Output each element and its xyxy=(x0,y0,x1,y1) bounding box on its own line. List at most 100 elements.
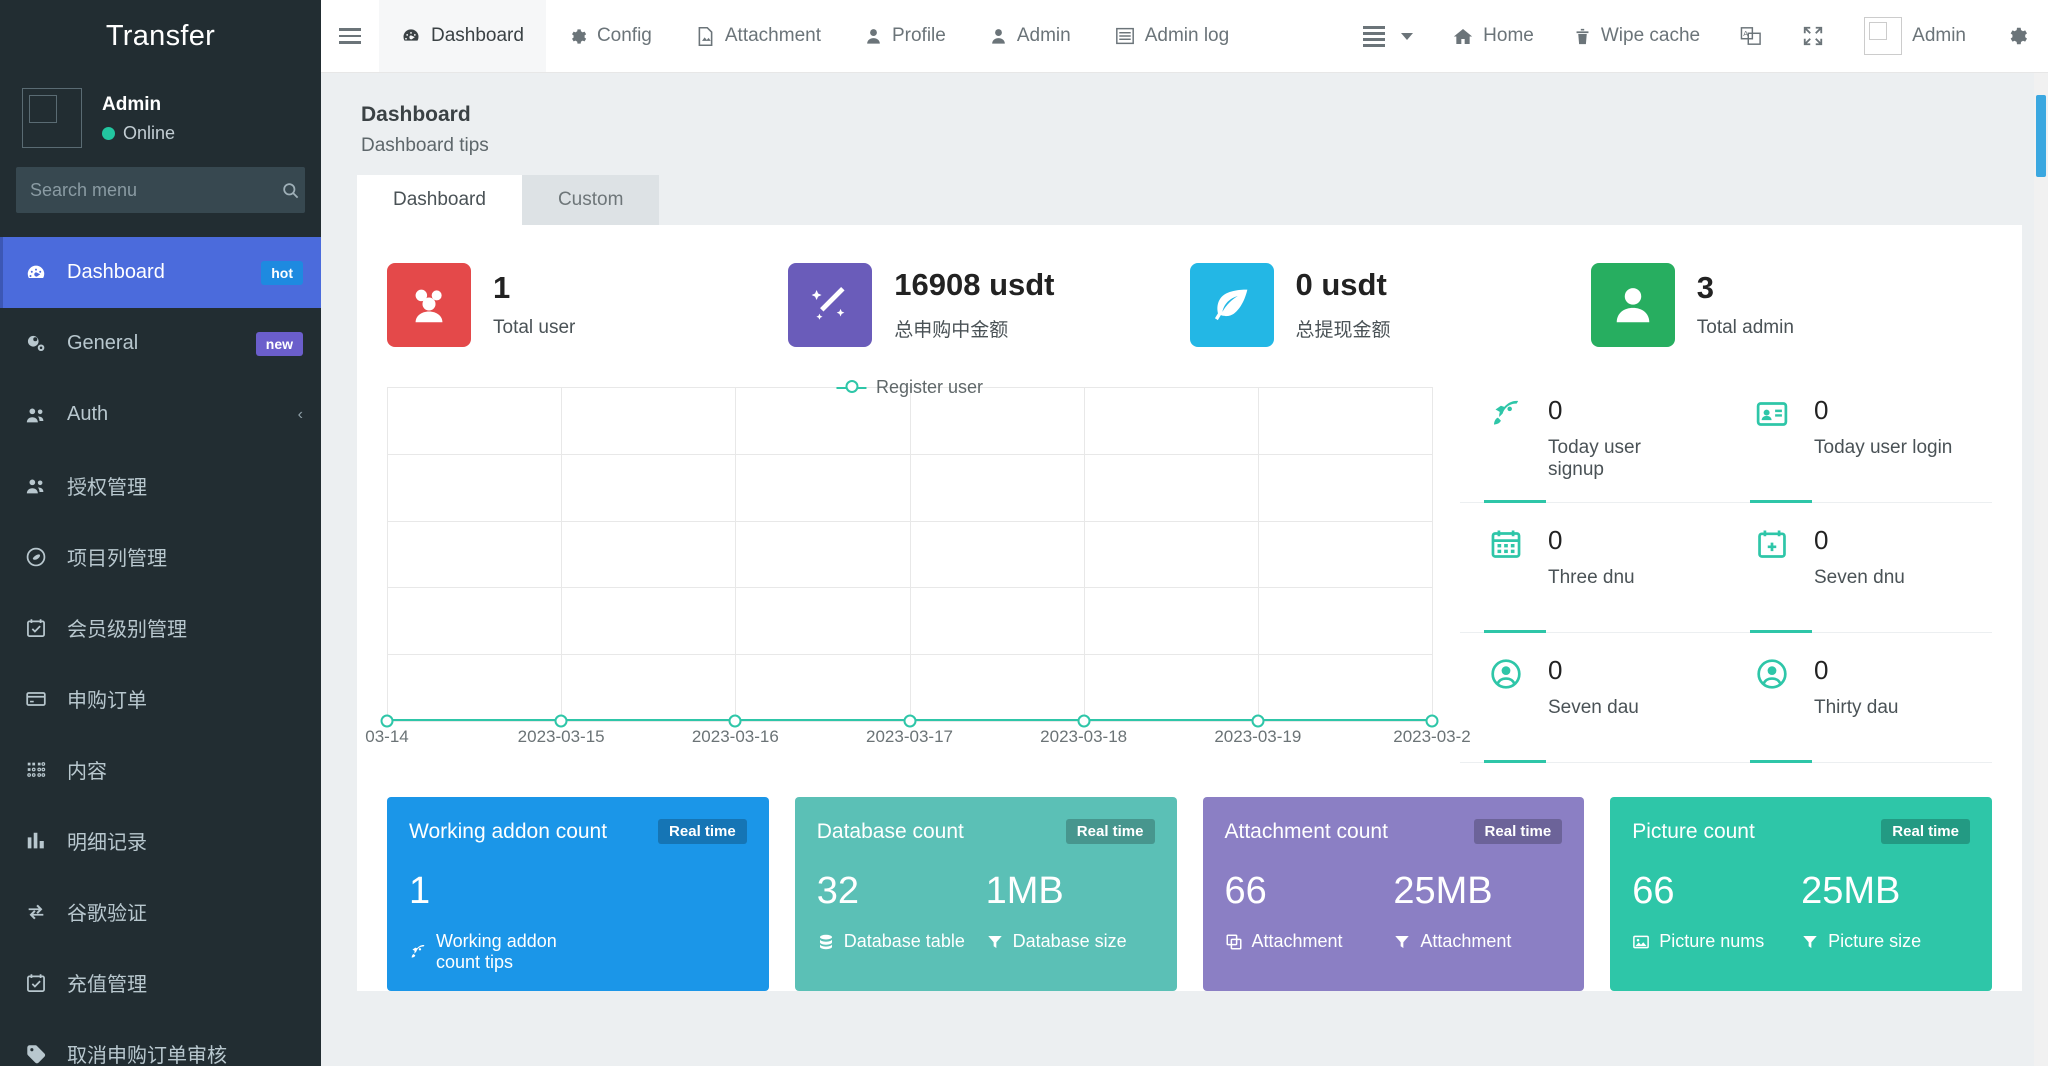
sidebar-item-9[interactable]: 谷歌验证 xyxy=(0,876,321,947)
users-icon xyxy=(25,404,57,426)
chart-data-point[interactable] xyxy=(1251,714,1265,728)
sidebar-item-7[interactable]: 内容 xyxy=(0,734,321,805)
stat-value: 1 xyxy=(493,269,511,305)
sidebar-item-3[interactable]: 授权管理 xyxy=(0,450,321,521)
mini-stat-0: 0 Today user signup xyxy=(1460,373,1726,503)
sidebar-item-4[interactable]: 项目列管理 xyxy=(0,521,321,592)
translate-button[interactable]: A xyxy=(1720,0,1782,72)
sidebar-brand[interactable]: Transfer xyxy=(0,0,321,73)
filter-icon xyxy=(1395,935,1410,948)
sidebar-item-5[interactable]: 会员级别管理 xyxy=(0,592,321,663)
sidebar-item-label: 取消申购订单审核 xyxy=(67,1045,227,1066)
info-card-3[interactable]: Picture count Real time 66 25MB Picture nums… xyxy=(1610,797,1992,991)
gridline xyxy=(387,387,388,721)
tab-config[interactable]: Config xyxy=(546,0,674,72)
calendar-check-icon xyxy=(25,972,57,994)
person-icon xyxy=(1616,288,1650,323)
search-button[interactable] xyxy=(276,167,305,213)
card-foot-label: Working addon count tips xyxy=(436,931,557,972)
card-value-primary: 32 xyxy=(816,870,860,912)
main-area: Dashboard Config Attachment Profile Admi… xyxy=(321,0,2048,1066)
page-subtitle: Dashboard tips xyxy=(361,135,489,156)
gridline xyxy=(909,387,911,721)
admin-account-button[interactable]: Admin xyxy=(1844,0,1986,72)
sidebar-item-label: 谷歌验证 xyxy=(67,903,147,925)
filter-icon xyxy=(987,935,1002,948)
magic-wand-icon xyxy=(788,263,873,347)
chart-x-tick: 2023-03-17 xyxy=(866,727,953,746)
sidebar-item-8[interactable]: 明细记录 xyxy=(0,805,321,876)
legend-marker-icon xyxy=(835,379,866,393)
search-icon xyxy=(283,182,299,198)
sidebar-toggle-button[interactable] xyxy=(321,0,379,72)
tab-attachment[interactable]: Attachment xyxy=(674,0,843,72)
fullscreen-button[interactable] xyxy=(1782,0,1844,72)
tab-profile[interactable]: Profile xyxy=(843,0,968,72)
card-foot-primary: Picture nums xyxy=(1632,931,1801,952)
panel-tab-dashboard[interactable]: Dashboard xyxy=(357,175,522,225)
card-foot-secondary: Database size xyxy=(986,931,1155,952)
mini-stat-label: Today user signup xyxy=(1548,437,1641,480)
panel-tab-custom[interactable]: Custom xyxy=(521,175,660,225)
card-value-primary: 66 xyxy=(1632,870,1675,912)
filter-icon xyxy=(1801,933,1819,951)
chart-data-point[interactable] xyxy=(1425,714,1439,728)
chart-data-point[interactable] xyxy=(903,714,916,728)
settings-button[interactable] xyxy=(1986,0,2048,72)
stack-lines-icon xyxy=(1363,23,1386,50)
tab-admin-log[interactable]: Admin log xyxy=(1093,0,1252,72)
hamburger-icon xyxy=(339,24,361,48)
sidebar-item-0[interactable]: Dashboard hot xyxy=(0,237,321,308)
image-file-icon xyxy=(698,26,713,46)
clone-icon xyxy=(1225,933,1243,951)
mini-stat-value: 0 xyxy=(1814,655,1829,685)
chart-data-point[interactable] xyxy=(728,714,742,728)
calendar-check-icon xyxy=(27,618,45,637)
users-icon xyxy=(26,478,44,493)
sidebar-item-2[interactable]: Auth ‹ xyxy=(0,379,321,450)
card-foot-secondary xyxy=(578,931,747,973)
card-value-secondary: 25MB xyxy=(1801,870,1901,912)
id-card-icon xyxy=(1750,397,1794,431)
info-card-0[interactable]: Working addon count Real time 1 Working add… xyxy=(387,797,769,991)
sidebar-item-11[interactable]: 取消申购订单审核 xyxy=(0,1018,321,1066)
card-foot-label: Attachment xyxy=(1420,931,1512,951)
user-icon xyxy=(992,28,1005,44)
wipe-cache-button[interactable]: Wipe cache xyxy=(1554,0,1720,72)
chart-x-tick: 03-14 xyxy=(365,727,409,746)
image-icon xyxy=(1633,935,1650,948)
home-button[interactable]: Home xyxy=(1433,0,1554,72)
card-foot-primary: Database table xyxy=(817,931,986,952)
trash-icon xyxy=(1576,28,1589,44)
chart-data-point[interactable] xyxy=(1077,714,1091,728)
sidebar-item-6[interactable]: 申购订单 xyxy=(0,663,321,734)
vertical-scrollbar[interactable] xyxy=(2034,73,2048,1066)
stack-menu-button[interactable] xyxy=(1343,0,1433,72)
online-dot-icon xyxy=(102,126,115,140)
circle-icon xyxy=(25,546,57,568)
tab-admin[interactable]: Admin xyxy=(968,0,1093,72)
chart-data-point[interactable] xyxy=(554,714,568,728)
sidebar-item-label: 内容 xyxy=(67,761,107,783)
tab-dashboard[interactable]: Dashboard xyxy=(379,0,546,72)
gridline xyxy=(1083,387,1085,721)
card-value-primary: 66 xyxy=(1224,870,1267,912)
chart-data-point[interactable] xyxy=(380,714,394,728)
sidebar-item-10[interactable]: 充值管理 xyxy=(0,947,321,1018)
sidebar-item-label: 申购订单 xyxy=(67,690,147,712)
tab-admin-log-label: Admin log xyxy=(1144,25,1230,46)
dashboard-icon xyxy=(25,262,57,284)
search-input[interactable] xyxy=(16,179,276,201)
info-card-2[interactable]: Attachment count Real time 66 25MB Attachmen… xyxy=(1202,797,1585,991)
card-title: Attachment count xyxy=(1224,819,1388,843)
card-title: Database count xyxy=(816,819,964,843)
scrollbar-thumb[interactable] xyxy=(2036,95,2046,177)
sidebar-item-1[interactable]: General new xyxy=(0,308,321,379)
info-card-1[interactable]: Database count Real time 32 1MB Database tab… xyxy=(794,797,1177,991)
sidebar-search[interactable] xyxy=(16,167,305,213)
card-foot-label: Picture nums xyxy=(1659,931,1765,951)
mini-stat-label: Seven dau xyxy=(1548,697,1639,718)
sidebar-item-label: 会员级别管理 xyxy=(67,619,187,641)
sidebar-item-label: 授权管理 xyxy=(67,477,147,499)
chart-legend[interactable]: Register user xyxy=(835,377,983,398)
